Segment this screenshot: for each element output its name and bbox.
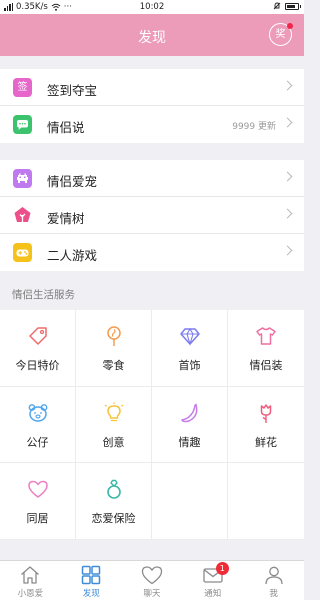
service-love-insurance[interactable]: 恋爱保险 [76, 463, 152, 540]
service-dolls[interactable]: 公仔 [0, 386, 76, 464]
service-label: 鲜花 [255, 435, 277, 449]
notification-dot [287, 23, 293, 29]
tab-label: 我 [269, 589, 278, 599]
tab-label: 聊天 [143, 589, 161, 599]
service-label: 同居 [26, 512, 49, 526]
chat-bubble-icon [13, 115, 32, 134]
chevron-right-icon [282, 208, 293, 219]
tree-icon [13, 206, 32, 225]
checkin-icon: 签 [13, 78, 32, 97]
update-count: 9999 更新 [232, 122, 276, 132]
menu-item-label: 签到夺宝 [47, 83, 98, 98]
heart-icon [28, 480, 48, 498]
tshirt-icon [256, 327, 276, 345]
services-title: 情侣生活服务 [12, 289, 75, 301]
service-label: 零食 [102, 359, 125, 372]
status-time: 10:02 [139, 2, 165, 12]
chevron-right-icon [282, 117, 293, 128]
menu-item-pet[interactable]: 情侣爱宠 [0, 160, 304, 197]
menu-item-label: 情侣爱宠 [47, 174, 98, 189]
pet-invader-icon [13, 169, 32, 188]
service-label: 情趣 [178, 435, 201, 449]
page-title: 发现 [138, 30, 166, 46]
ring-icon [107, 479, 121, 499]
house-icon [21, 566, 40, 584]
service-label: 首饰 [178, 359, 201, 372]
service-flowers[interactable]: 鲜花 [228, 387, 304, 464]
bottom-tab-bar: 小恩爱 发现 聊天 1 通知 我 [0, 560, 304, 600]
price-tag-icon [29, 327, 47, 345]
tab-home[interactable]: 小恩爱 [0, 561, 61, 600]
status-right [273, 2, 301, 10]
menu-item-couple-games[interactable]: 二人游戏 [0, 234, 304, 271]
tab-label: 发现 [82, 589, 100, 599]
services-grid: 今日特价 零食 首饰 情侣装 公仔 创意 情趣 鲜花 同居 恋爱保险 [0, 310, 304, 540]
service-snacks[interactable]: 零食 [76, 310, 152, 387]
flower-icon [260, 403, 272, 423]
lollipop-icon [107, 326, 121, 346]
service-empty-cell [152, 463, 228, 540]
chevron-right-icon [282, 171, 293, 182]
tab-discover[interactable]: 发现 [61, 561, 122, 600]
service-label: 情侣装 [249, 359, 283, 372]
menu-item-label: 爱情树 [47, 211, 85, 226]
service-label: 创意 [102, 435, 125, 449]
mute-bell-icon [273, 2, 281, 10]
menu-item-love-tree[interactable]: 爱情树 [0, 197, 304, 234]
battery-icon [285, 2, 301, 10]
service-label: 公仔 [26, 435, 49, 449]
banana-icon [181, 403, 198, 422]
tab-notifications[interactable]: 1 通知 [182, 561, 243, 600]
service-romance[interactable]: 情趣 [152, 386, 228, 464]
heart-outline-icon [141, 566, 163, 585]
header: 发现 奖 [0, 14, 304, 56]
menu-group-2: 情侣爱宠 爱情树 二人游戏 [0, 160, 304, 271]
menu-group-1: 签 签到夺宝 情侣说 9999 更新 [0, 69, 304, 143]
service-label: 恋爱保险 [91, 512, 136, 526]
chevron-right-icon [282, 80, 293, 91]
menu-item-label: 情侣说 [47, 120, 85, 135]
bear-icon [28, 403, 48, 422]
chevron-right-icon [282, 245, 293, 256]
service-jewelry[interactable]: 首饰 [152, 310, 228, 387]
person-icon [264, 566, 283, 585]
menu-item-label: 二人游戏 [47, 248, 98, 263]
service-cohabit[interactable]: 同居 [0, 463, 76, 540]
tab-label: 小恩爱 [17, 589, 44, 599]
service-today-deals[interactable]: 今日特价 [0, 310, 76, 387]
tab-chat[interactable]: 聊天 [122, 561, 183, 600]
diamond-icon [180, 327, 200, 346]
menu-item-couple-talk[interactable]: 情侣说 9999 更新 [0, 106, 304, 143]
notification-badge: 1 [215, 562, 229, 575]
service-label: 今日特价 [15, 359, 60, 372]
tab-me[interactable]: 我 [243, 561, 304, 600]
grid-icon [81, 565, 101, 585]
menu-item-checkin[interactable]: 签 签到夺宝 [0, 69, 304, 106]
tab-label: 通知 [204, 589, 222, 599]
lightbulb-icon [104, 402, 124, 421]
status-bar: 0.35K/s ··· 10:02 [0, 0, 304, 14]
service-empty-cell [228, 463, 304, 540]
service-couple-clothes[interactable]: 情侣装 [228, 310, 304, 387]
service-creative[interactable]: 创意 [76, 386, 152, 464]
gamepad-icon [13, 243, 32, 262]
